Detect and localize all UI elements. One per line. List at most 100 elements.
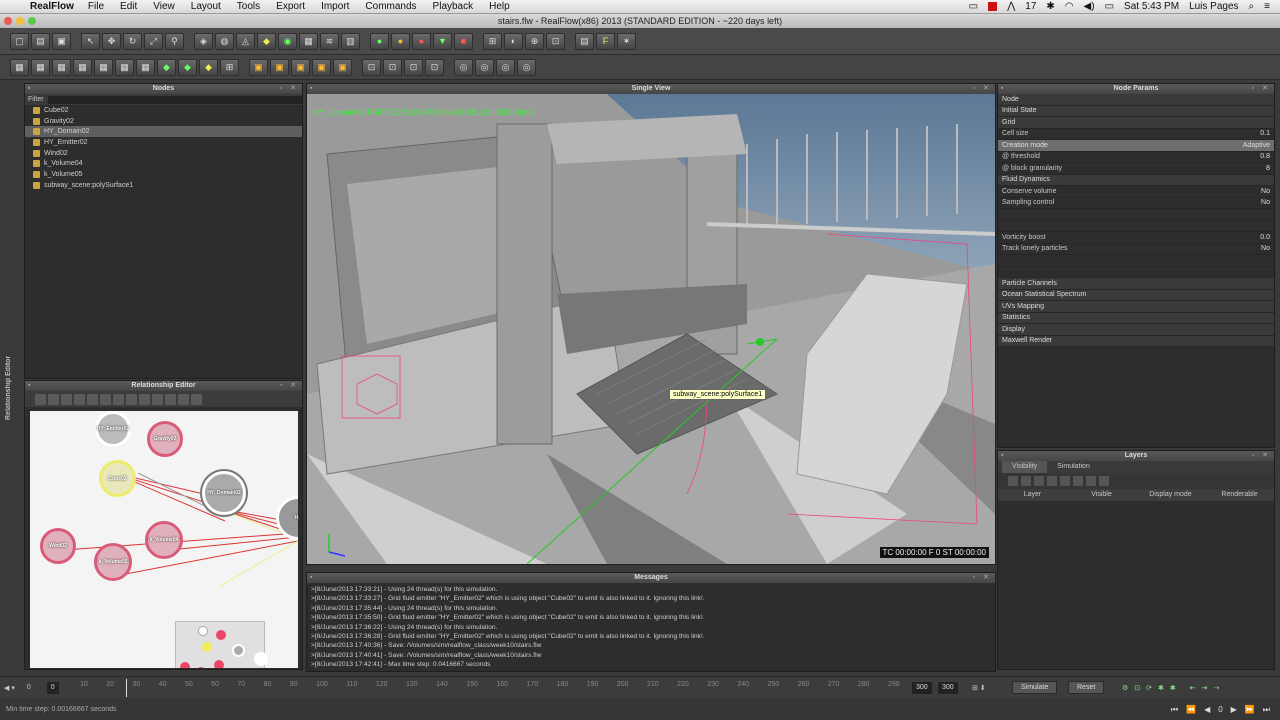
re-tool-5-icon[interactable] — [87, 393, 98, 405]
tool-a-icon[interactable]: ▦ — [10, 58, 29, 76]
tool-t-icon[interactable]: ⊡ — [425, 58, 444, 76]
messages-log[interactable]: >[8/June/2013 17:33:21] - Using 24 threa… — [307, 583, 995, 671]
tool-v-icon[interactable]: ◎ — [475, 58, 494, 76]
sim-tools-icons[interactable]: ⚙⊡⟳✱✱ ⇤⇥⇢ — [1122, 684, 1225, 692]
clock[interactable]: Sat 5:43 PM — [1124, 1, 1179, 12]
layer-tool-7-icon[interactable] — [1086, 476, 1096, 486]
col-display-mode[interactable]: Display mode — [1136, 489, 1205, 501]
param-section[interactable]: Maxwell Render — [998, 335, 1274, 347]
play-orange-icon[interactable]: ● — [391, 32, 410, 50]
render-icon[interactable]: ◐ — [504, 32, 523, 50]
param-value[interactable]: 0.0 — [1260, 234, 1270, 241]
param-row[interactable] — [998, 255, 1274, 267]
menu-import[interactable]: Import — [321, 1, 349, 12]
param-row[interactable] — [998, 267, 1274, 278]
graph-node-wind[interactable]: Wind02 — [40, 528, 76, 564]
open-scene-icon[interactable]: ▤ — [31, 32, 50, 50]
param-row[interactable]: Cell size 0.1 — [998, 129, 1274, 140]
user-name[interactable]: Luis Pages — [1189, 1, 1238, 12]
tool-d-icon[interactable]: ▦ — [73, 58, 92, 76]
3d-viewport[interactable]: HY_Domain02 PARTICLES:0 GRID:0x0x0 CELL:… — [307, 94, 995, 564]
maxwell-icon[interactable]: ✶ — [617, 32, 636, 50]
tool-e-icon[interactable]: ▦ — [94, 58, 113, 76]
panel-menu-icon[interactable]: ▪ — [28, 381, 33, 391]
timeline-menu-icon[interactable]: ◀ ▾ — [4, 684, 15, 692]
next-frame-icon[interactable]: ⏩ — [1245, 705, 1255, 715]
panel-controls-icon[interactable]: ▫ ✕ — [280, 84, 299, 94]
link-icon[interactable]: ⚲ — [165, 32, 184, 50]
timeline-ruler[interactable]: 10 20 30 40 50 60 70 80 90 100 110 120 130 140 150 160 1… — [80, 681, 900, 695]
graph-node-emitter[interactable]: HY_Emitter02 — [95, 411, 131, 447]
filter-input[interactable] — [47, 95, 302, 104]
panel-controls-icon[interactable]: ▫ ✕ — [973, 84, 992, 94]
param-section[interactable]: Statistics — [998, 312, 1274, 324]
frame-icon[interactable]: ⊡ — [546, 32, 565, 50]
tool-r-icon[interactable]: ⊡ — [383, 58, 402, 76]
close-window-icon[interactable] — [4, 17, 12, 25]
menu-help[interactable]: Help — [489, 1, 510, 12]
param-value[interactable]: Adaptive — [1243, 142, 1270, 149]
layer-tool-3-icon[interactable] — [1034, 476, 1044, 486]
re-tool-3-icon[interactable] — [61, 393, 72, 405]
panel-controls-icon[interactable]: ▫ ✕ — [1252, 84, 1271, 94]
move-icon[interactable]: ✥ — [102, 32, 121, 50]
timeline-current-field[interactable]: 0 — [46, 681, 59, 694]
zoom-window-icon[interactable] — [28, 17, 36, 25]
param-section[interactable]: UVs Mapping — [998, 301, 1274, 313]
re-tool-1-icon[interactable] — [35, 393, 46, 405]
menu-export[interactable]: Export — [276, 1, 305, 12]
graph-minimap[interactable] — [175, 621, 268, 668]
panel-menu-icon[interactable]: ▪ — [1001, 451, 1006, 461]
param-section[interactable]: Particle Channels — [998, 278, 1274, 290]
tool-n-icon[interactable]: ▣ — [291, 58, 310, 76]
param-row[interactable]: @ block granularity 8 — [998, 163, 1274, 175]
tool-u-icon[interactable]: ◎ — [454, 58, 473, 76]
param-row[interactable]: Vorticity boost 0.0 — [998, 232, 1274, 244]
param-section[interactable]: Display — [998, 324, 1274, 336]
re-tool-2-icon[interactable] — [48, 393, 59, 405]
param-row[interactable]: Sampling control No — [998, 198, 1274, 209]
tool-i-icon[interactable]: ◆ — [178, 58, 197, 76]
domain-icon[interactable]: ◉ — [278, 32, 297, 50]
menu-layout[interactable]: Layout — [191, 1, 221, 12]
graph-node-gravity[interactable]: Gravity02 — [147, 421, 183, 457]
scale-icon[interactable]: ⤢ — [144, 32, 163, 50]
timeline-cursor[interactable] — [126, 679, 127, 697]
re-tool-13-icon[interactable] — [191, 393, 202, 405]
node-item[interactable]: Wind02 — [25, 148, 302, 159]
menu-tools[interactable]: Tools — [237, 1, 260, 12]
layer-tool-1-icon[interactable] — [1008, 476, 1018, 486]
timeline-end-field[interactable]: 300 — [912, 681, 932, 694]
layer-tool-6-icon[interactable] — [1073, 476, 1083, 486]
param-section[interactable]: Initial State — [998, 105, 1274, 117]
node-item[interactable]: Cube02 — [25, 105, 302, 116]
tool-b-icon[interactable]: ▦ — [31, 58, 50, 76]
layer-tool-5-icon[interactable] — [1060, 476, 1070, 486]
tool-x-icon[interactable]: ◎ — [517, 58, 536, 76]
timeline-start[interactable]: 0 — [27, 684, 31, 691]
re-tool-12-icon[interactable] — [178, 393, 189, 405]
bluetooth-icon[interactable]: ✱ — [1046, 1, 1054, 12]
frame-field[interactable]: 0 — [1218, 705, 1222, 715]
tool-o-icon[interactable]: ▣ — [312, 58, 331, 76]
panel-menu-icon[interactable]: ▪ — [310, 573, 315, 583]
col-layer[interactable]: Layer — [998, 489, 1067, 501]
re-tool-8-icon[interactable] — [126, 393, 137, 405]
select-icon[interactable]: ↖ — [81, 32, 100, 50]
stop-icon[interactable]: ■ — [454, 32, 473, 50]
panel-menu-icon[interactable]: ▪ — [1001, 84, 1006, 94]
panel-menu-icon[interactable]: ▪ — [28, 84, 33, 94]
menu-edit[interactable]: Edit — [120, 1, 137, 12]
timeline-loop-icon[interactable]: ⊞ ⬇ — [972, 684, 986, 692]
first-frame-icon[interactable]: ⏮ — [1171, 705, 1178, 715]
tab-simulation[interactable]: Simulation — [1047, 461, 1100, 473]
param-row[interactable] — [998, 209, 1274, 221]
wifi-icon[interactable]: ◠ — [1065, 1, 1074, 12]
menu-view[interactable]: View — [153, 1, 175, 12]
re-tool-7-icon[interactable] — [113, 393, 124, 405]
re-tool-11-icon[interactable] — [165, 393, 176, 405]
tool-s-icon[interactable]: ⊡ — [404, 58, 423, 76]
layer-tool-2-icon[interactable] — [1021, 476, 1031, 486]
tool-f-icon[interactable]: ▦ — [115, 58, 134, 76]
play-green-icon[interactable]: ● — [370, 32, 389, 50]
